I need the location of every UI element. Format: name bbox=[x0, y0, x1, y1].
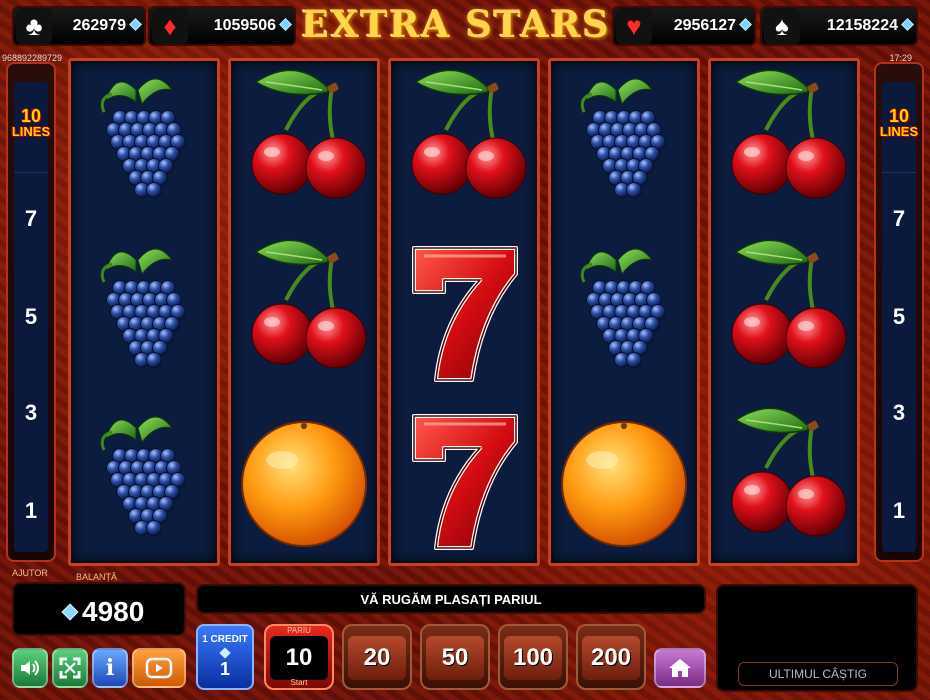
info-icon: i bbox=[105, 655, 115, 681]
cherries-icon bbox=[236, 60, 372, 220]
credit-value: 1 bbox=[219, 659, 230, 679]
credit-button[interactable]: 1 CREDIT 1 bbox=[196, 624, 254, 690]
message-text: VĂ RUGĂM PLASAȚI PARIUL bbox=[360, 591, 542, 607]
cherries-icon bbox=[716, 60, 852, 220]
grapes-icon bbox=[76, 60, 212, 220]
diamond-gem-icon bbox=[219, 647, 231, 659]
cherries-icon bbox=[716, 230, 852, 390]
bet-button-100[interactable]: 100 bbox=[498, 624, 568, 690]
lines-indicator-left[interactable]: 10 LINES 7 5 3 1 bbox=[6, 62, 56, 562]
cherries-icon bbox=[236, 230, 372, 390]
speaker-icon bbox=[21, 660, 39, 676]
help-label[interactable]: AJUTOR bbox=[12, 568, 48, 578]
spades-icon: ♠ bbox=[764, 8, 800, 44]
bet-sub: Start bbox=[290, 678, 308, 687]
jackpot-diamonds: ♦ 1059506 bbox=[148, 6, 296, 46]
grapes-icon bbox=[556, 60, 692, 220]
home-button[interactable] bbox=[654, 648, 706, 688]
cherries-icon bbox=[716, 398, 852, 558]
line-number[interactable]: 1 bbox=[8, 498, 54, 524]
jackpot-hearts: ♥ 2956127 bbox=[612, 6, 756, 46]
last-win-text: ULTIMUL CÂȘTIG bbox=[768, 667, 867, 681]
line-divider bbox=[14, 172, 48, 173]
jackpot-value: 1059506 bbox=[213, 17, 276, 34]
bet-value: 100 bbox=[504, 636, 562, 680]
game-title: EXTRA STARS bbox=[301, 4, 611, 46]
jackpot-spades: ♠ 12158224 bbox=[760, 6, 918, 46]
line-number[interactable]: 5 bbox=[8, 304, 54, 330]
bet-button-10[interactable]: PARIU 10 Start bbox=[264, 624, 334, 690]
line-number[interactable]: 5 bbox=[876, 304, 922, 330]
lines-indicator-right[interactable]: 10 LINES 7 5 3 1 bbox=[874, 62, 924, 562]
seven-icon bbox=[396, 398, 532, 558]
bet-value: 20 bbox=[348, 636, 406, 680]
balance-value: 4980 bbox=[82, 596, 145, 627]
credit-label: 1 CREDIT bbox=[202, 634, 248, 645]
last-win-label: ULTIMUL CÂȘTIG bbox=[738, 662, 898, 686]
lines-label: LINES bbox=[11, 124, 51, 139]
bet-value: 200 bbox=[582, 636, 640, 680]
bet-button-200[interactable]: 200 bbox=[576, 624, 646, 690]
bet-value: 50 bbox=[426, 636, 484, 680]
jackpot-value: 2956127 bbox=[673, 17, 736, 34]
lines-count: 10 bbox=[20, 106, 42, 126]
orange-icon bbox=[236, 398, 372, 558]
jackpot-clubs: ♣ 262979 bbox=[12, 6, 146, 46]
line-number[interactable]: 1 bbox=[876, 498, 922, 524]
grapes-icon bbox=[76, 398, 212, 558]
lines-count: 10 bbox=[888, 106, 910, 126]
balance-label: BALANȚĂ bbox=[76, 572, 118, 582]
clubs-icon: ♣ bbox=[16, 8, 52, 44]
line-number[interactable]: 7 bbox=[876, 206, 922, 232]
fullscreen-icon bbox=[59, 657, 81, 679]
line-number[interactable]: 7 bbox=[8, 206, 54, 232]
autoplay-icon bbox=[145, 657, 173, 679]
diamonds-icon: ♦ bbox=[152, 8, 188, 44]
bet-caption: PARIU bbox=[287, 626, 311, 635]
bet-value: 10 bbox=[270, 636, 328, 680]
jackpot-value: 12158224 bbox=[826, 17, 898, 34]
bet-button-20[interactable]: 20 bbox=[342, 624, 412, 690]
info-button[interactable]: i bbox=[92, 648, 128, 688]
lines-badge: 10 LINES bbox=[876, 106, 922, 140]
diamond-gem-icon bbox=[61, 603, 79, 621]
orange-icon bbox=[556, 398, 692, 558]
autoplay-button[interactable] bbox=[132, 648, 186, 688]
message-bar: VĂ RUGĂM PLASAȚI PARIUL bbox=[196, 584, 706, 614]
line-divider bbox=[882, 172, 916, 173]
cherries-icon bbox=[396, 60, 532, 220]
line-number[interactable]: 3 bbox=[8, 400, 54, 426]
last-win-panel: ULTIMUL CÂȘTIG bbox=[716, 584, 918, 692]
hearts-icon: ♥ bbox=[616, 8, 652, 44]
lines-badge: 10 LINES bbox=[8, 106, 54, 140]
lines-label: LINES bbox=[879, 124, 919, 139]
bet-button-50[interactable]: 50 bbox=[420, 624, 490, 690]
fullscreen-button[interactable] bbox=[52, 648, 88, 688]
sound-button[interactable] bbox=[12, 648, 48, 688]
grapes-icon bbox=[76, 230, 212, 390]
balance-panel: BALANȚĂ 4980 bbox=[12, 572, 186, 636]
seven-icon bbox=[396, 230, 532, 390]
grapes-icon bbox=[556, 230, 692, 390]
home-icon bbox=[669, 659, 691, 677]
line-number[interactable]: 3 bbox=[876, 400, 922, 426]
